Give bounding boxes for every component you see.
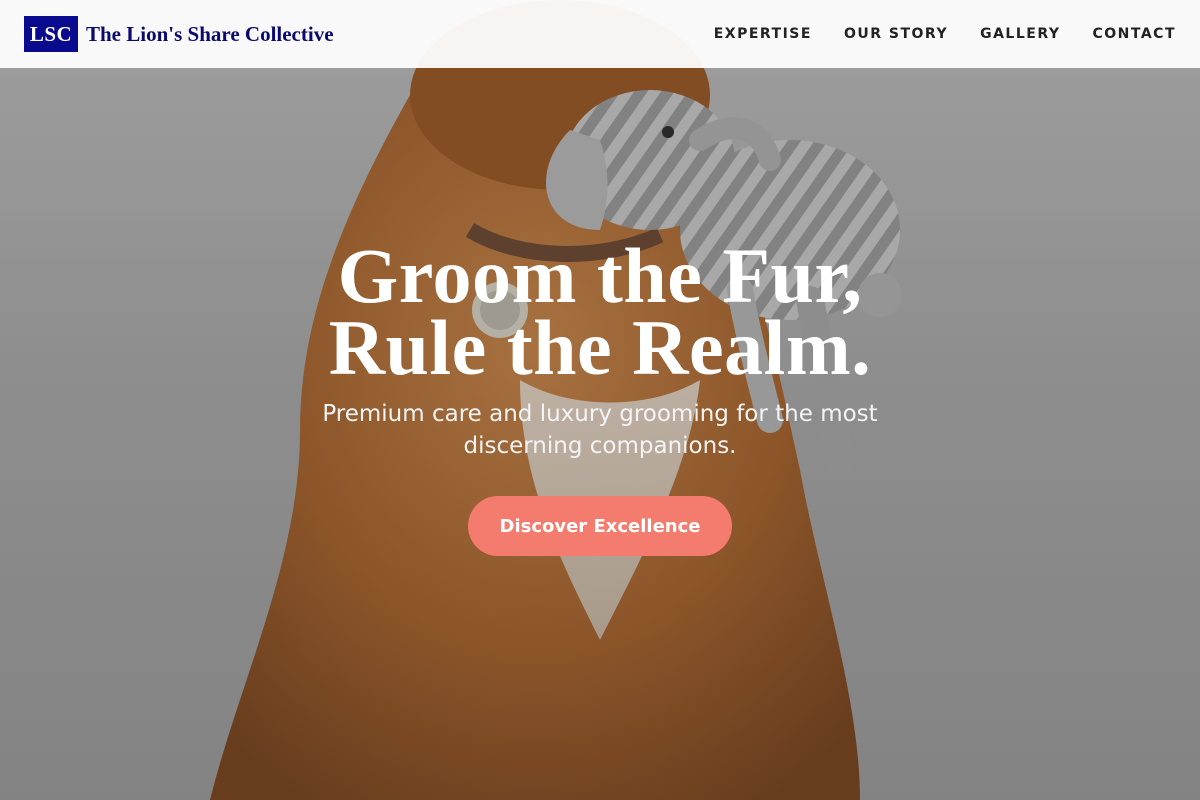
discover-excellence-button[interactable]: Discover Excellence <box>468 496 732 556</box>
hero-section: Groom the Fur, Rule the Realm. Premium c… <box>0 0 1200 800</box>
brand-name: The Lion's Share Collective <box>86 21 334 46</box>
nav-item-contact[interactable]: CONTACT <box>1092 26 1176 42</box>
main-nav: EXPERTISE OUR STORY GALLERY CONTACT <box>714 26 1176 42</box>
hero-subtitle: Premium care and luxury grooming for the… <box>322 401 878 459</box>
brand-mark: LSC <box>24 16 78 52</box>
hero-title: Groom the Fur, Rule the Realm. <box>0 232 1200 391</box>
brand-logo-link[interactable]: LSC The Lion's Share Collective <box>24 16 334 52</box>
nav-item-expertise[interactable]: EXPERTISE <box>714 26 812 42</box>
nav-item-gallery[interactable]: GALLERY <box>980 26 1060 42</box>
nav-item-our-story[interactable]: OUR STORY <box>844 26 948 42</box>
hero-title-line-1: Groom the Fur, <box>337 232 863 319</box>
site-header: LSC The Lion's Share Collective EXPERTIS… <box>0 0 1200 68</box>
hero-content: Groom the Fur, Rule the Realm. Premium c… <box>0 232 1200 556</box>
hero-title-line-2: Rule the Realm. <box>328 304 872 391</box>
